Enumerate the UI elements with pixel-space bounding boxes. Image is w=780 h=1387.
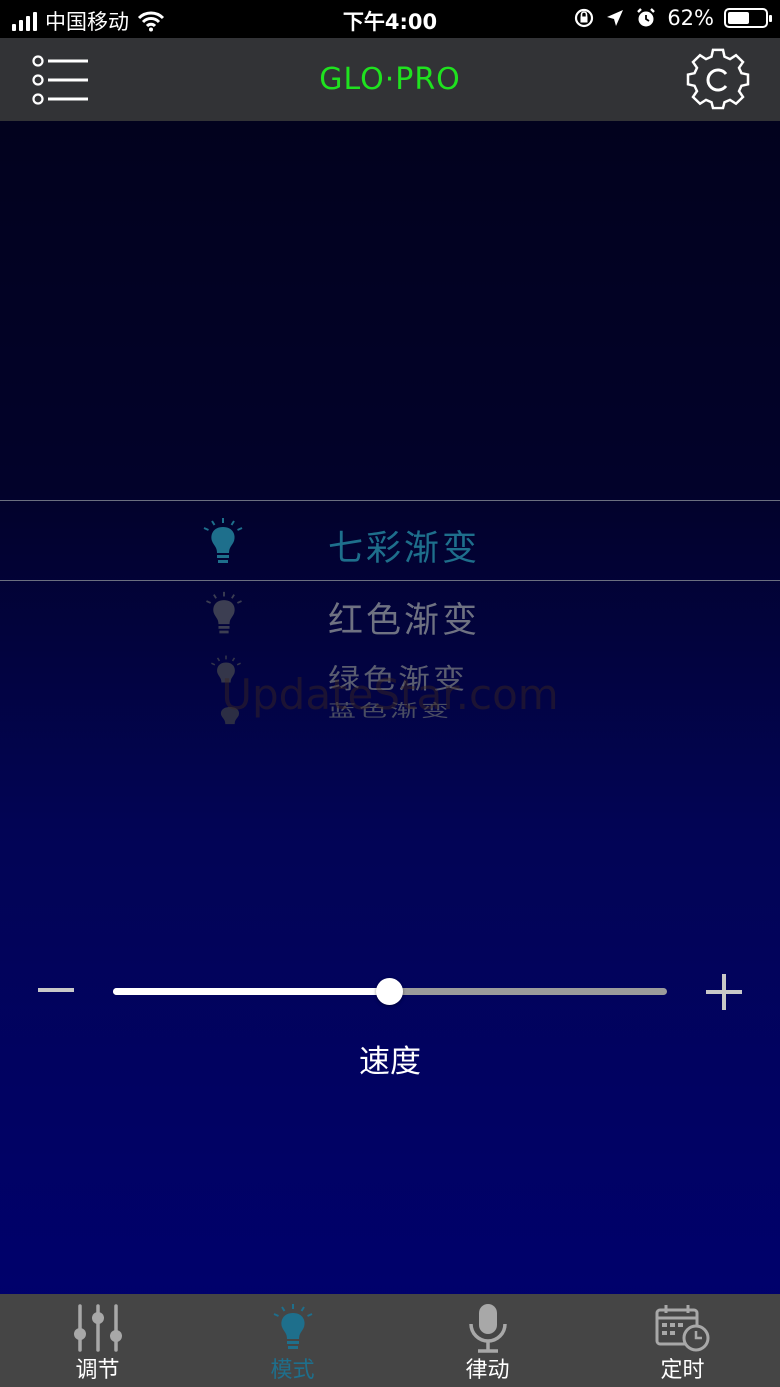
- plus-icon-vertical: [722, 974, 726, 1010]
- picker-item[interactable]: 红色渐变: [0, 588, 780, 644]
- tab-adjust[interactable]: 调节: [0, 1294, 195, 1387]
- microphone-icon: [468, 1304, 507, 1353]
- bulb-icon: [206, 591, 242, 634]
- speed-label: 速度: [359, 1044, 421, 1080]
- bulb-icon: [203, 518, 243, 563]
- speed-slider[interactable]: [113, 978, 667, 1005]
- picker-item-selected[interactable]: 七彩渐变: [0, 512, 780, 572]
- battery-fill: [728, 12, 750, 24]
- tab-timer[interactable]: 定时: [585, 1294, 780, 1387]
- tab-label: 模式: [270, 1358, 315, 1383]
- rotation-lock-icon: [575, 8, 594, 28]
- picker-item-label: 七彩渐变: [328, 529, 481, 569]
- navigation-bar: GLO·PRO: [0, 38, 780, 121]
- status-bar: 中国移动 下午4:00 62%: [0, 0, 780, 38]
- picker-bottom-divider: [0, 580, 780, 581]
- tab-rhythm[interactable]: 律动: [390, 1294, 585, 1387]
- sliders-icon: [73, 1304, 122, 1352]
- battery-percent: 62%: [667, 6, 714, 30]
- picker-item-label: 红色渐变: [328, 601, 481, 641]
- calendar-clock-icon: [655, 1305, 709, 1352]
- location-arrow-icon: [607, 10, 624, 26]
- alarm-icon: [637, 8, 656, 27]
- minus-icon[interactable]: [38, 988, 74, 992]
- tab-label: 调节: [75, 1358, 120, 1383]
- speed-slider-fill: [113, 988, 390, 995]
- app-title: GLO·PRO: [319, 62, 461, 97]
- battery-icon: [724, 8, 772, 28]
- tab-label: 律动: [465, 1358, 510, 1383]
- bulb-icon: [273, 1304, 312, 1349]
- watermark: UpdateStar.com: [221, 670, 559, 719]
- speed-slider-thumb[interactable]: [376, 978, 403, 1005]
- tab-mode[interactable]: 模式: [195, 1294, 390, 1387]
- tab-bar: 调节 模式 律动 定时: [0, 1294, 780, 1387]
- picker-top-divider: [0, 500, 780, 501]
- status-right: 62%: [573, 6, 772, 30]
- tab-label: 定时: [660, 1358, 705, 1383]
- gear-icon[interactable]: [686, 48, 750, 112]
